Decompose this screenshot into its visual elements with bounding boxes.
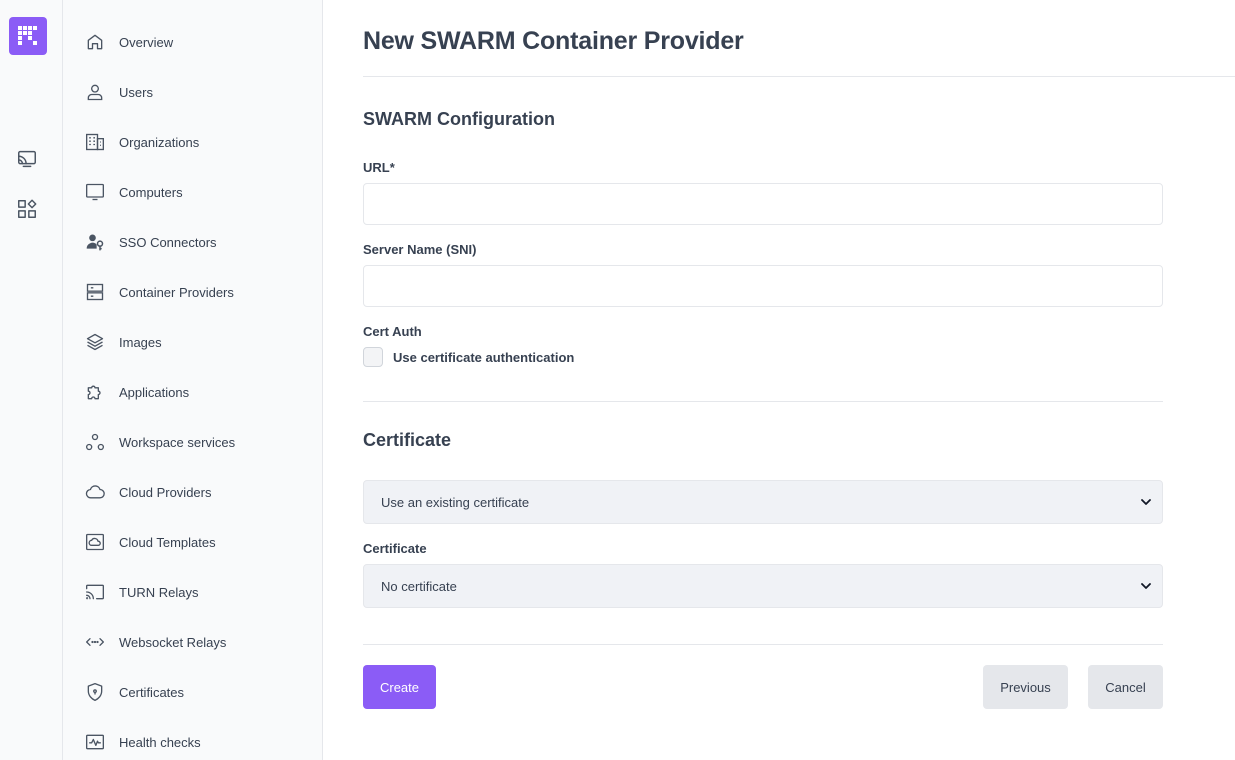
sidebar-item-label: Applications [119, 384, 190, 400]
sidebar-item-label: Cloud Templates [119, 534, 216, 550]
sidebar-item-websocket-relays[interactable]: Websocket Relays [84, 627, 314, 657]
url-input[interactable] [363, 183, 1163, 225]
sidebar-item-label: Computers [119, 184, 183, 200]
sidebar-item-label: Websocket Relays [119, 634, 227, 650]
certificate-label: Certificate [363, 541, 427, 556]
layers-icon [84, 331, 106, 353]
main-content: New SWARM Container Provider SWARM Confi… [323, 0, 1235, 760]
sni-label: Server Name (SNI) [363, 242, 477, 257]
server-name-input[interactable] [363, 265, 1163, 307]
cast-icon[interactable] [16, 148, 38, 170]
cloud-template-icon [84, 531, 106, 553]
sidebar-item-label: Overview [119, 34, 174, 50]
sidebar-item-label: Certificates [119, 684, 185, 700]
user-key-icon [84, 231, 106, 253]
sidebar-item-label: SSO Connectors [119, 234, 217, 250]
nav-sidebar: Overview Users Organizations Computers S… [63, 0, 323, 760]
building-icon [84, 131, 106, 153]
sidebar-item-label: TURN Relays [119, 584, 199, 600]
cast-icon [84, 581, 106, 603]
sidebar-item-label: Container Providers [119, 284, 234, 300]
sidebar-item-certificates[interactable]: Certificates [84, 677, 314, 707]
user-icon [84, 81, 106, 103]
sidebar-item-users[interactable]: Users [84, 77, 314, 107]
apps-icon[interactable] [16, 198, 38, 220]
logo-icon [18, 26, 37, 45]
sidebar-item-cloud-providers[interactable]: Cloud Providers [84, 477, 314, 507]
cert-auth-label: Cert Auth [363, 324, 422, 339]
home-icon [84, 31, 106, 53]
cancel-button[interactable]: Cancel [1088, 665, 1163, 709]
previous-button[interactable]: Previous [983, 665, 1068, 709]
section-title-certificate: Certificate [363, 430, 452, 450]
sidebar-item-label: Users [119, 84, 153, 100]
sidebar-item-cloud-templates[interactable]: Cloud Templates [84, 527, 314, 557]
select-value: No certificate [381, 578, 457, 594]
nodes-icon [84, 431, 106, 453]
sidebar-item-container-providers[interactable]: Container Providers [84, 277, 314, 307]
puzzle-icon [84, 381, 106, 403]
section-title-swarm-configuration: SWARM Configuration [363, 109, 555, 129]
sidebar-item-label: Health checks [119, 734, 201, 750]
cert-auth-checkbox[interactable] [363, 347, 383, 367]
sidebar-item-images[interactable]: Images [84, 327, 314, 357]
select-value: Use an existing certificate [381, 494, 530, 510]
actions-divider [363, 644, 1163, 645]
sidebar-item-label: Workspace services [119, 434, 236, 450]
sidebar-item-turn-relays[interactable]: TURN Relays [84, 577, 314, 607]
sidebar-item-applications[interactable]: Applications [84, 377, 314, 407]
cloud-icon [84, 481, 106, 503]
pulse-icon [84, 731, 106, 753]
certificate-select[interactable]: No certificate [363, 564, 1163, 608]
monitor-icon [84, 181, 106, 203]
sidebar-item-label: Images [119, 334, 162, 350]
title-divider [363, 76, 1235, 77]
sidebar-item-workspace-services[interactable]: Workspace services [84, 427, 314, 457]
chevron-down-icon [1141, 499, 1151, 505]
url-label: URL* [363, 160, 395, 175]
app-logo[interactable] [9, 17, 47, 55]
chevron-down-icon [1141, 583, 1151, 589]
server-icon [84, 281, 106, 303]
sidebar-item-sso-connectors[interactable]: SSO Connectors [84, 227, 314, 257]
section-divider [363, 401, 1163, 402]
app-rail [0, 0, 63, 760]
sidebar-item-organizations[interactable]: Organizations [84, 127, 314, 157]
page-title: New SWARM Container Provider [363, 27, 744, 55]
sidebar-item-health-checks[interactable]: Health checks [84, 727, 314, 757]
sidebar-item-computers[interactable]: Computers [84, 177, 314, 207]
shield-icon [84, 681, 106, 703]
create-button[interactable]: Create [363, 665, 436, 709]
sidebar-item-overview[interactable]: Overview [84, 27, 314, 57]
code-arrows-icon [84, 631, 106, 653]
cert-auth-checkbox-label[interactable]: Use certificate authentication [393, 350, 574, 365]
sidebar-item-label: Organizations [119, 134, 200, 150]
certificate-mode-select[interactable]: Use an existing certificate [363, 480, 1163, 524]
sidebar-item-label: Cloud Providers [119, 484, 212, 500]
